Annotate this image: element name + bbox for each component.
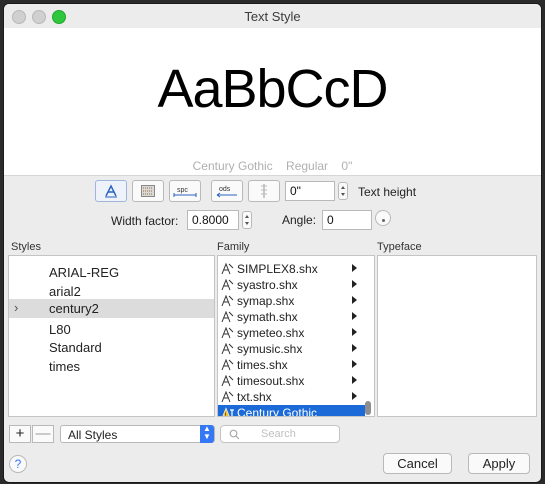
svg-text:spc: spc [177, 187, 188, 194]
help-button[interactable]: ? [9, 455, 27, 473]
text-height-label: Text height [358, 185, 417, 199]
shx-font-icon [221, 278, 234, 291]
vertical-text-button[interactable] [248, 180, 280, 202]
vertical-text-icon [261, 184, 267, 198]
styles-list: ARIAL-REG arial2 › century2 L80 Standard… [8, 255, 215, 417]
family-header: Family [217, 241, 250, 253]
preview-font-name: Century Gothic [192, 159, 273, 173]
family-list: SIMPLEX8.shx syastro.shx symap.shx symat… [217, 255, 375, 417]
select-arrows-icon: ▲ ▼ [200, 425, 214, 443]
angle-dial[interactable] [375, 210, 391, 226]
background-mask-icon [141, 185, 155, 197]
background-mask-button[interactable] [132, 180, 164, 202]
shx-font-icon [221, 310, 234, 323]
family-item[interactable]: timesout.shx [218, 373, 365, 389]
family-item[interactable]: symath.shx [218, 309, 365, 325]
submenu-arrow-icon [352, 344, 357, 352]
width-factor-input[interactable]: 0.8000 [187, 210, 239, 230]
shx-font-icon [221, 262, 234, 275]
preview-caption: Century Gothic Regular 0" [4, 159, 541, 173]
text-height-input[interactable]: 0" [285, 181, 335, 201]
family-scrollbar[interactable] [365, 401, 371, 415]
preview-sample-text: AaBbCcD [157, 59, 388, 119]
submenu-arrow-icon [352, 376, 357, 384]
typeface-header: Typeface [377, 241, 422, 253]
submenu-arrow-icon [352, 296, 357, 304]
title-bar: Text Style [4, 4, 541, 28]
oblique-button[interactable]: ods [211, 180, 243, 202]
spacing-icon: spc [173, 187, 197, 197]
family-item[interactable]: times.shx [218, 357, 365, 373]
text-height-stepper[interactable] [338, 182, 348, 200]
window-title: Text Style [244, 9, 301, 24]
svg-text:ods: ods [219, 186, 231, 193]
cancel-button[interactable]: Cancel [383, 453, 452, 474]
preview-height: 0" [341, 159, 353, 173]
shx-font-icon [221, 326, 234, 339]
shx-font-icon [221, 342, 234, 355]
angle-input[interactable]: 0 [322, 210, 372, 230]
family-item[interactable]: symap.shx [218, 293, 365, 309]
text-style-dialog: Text Style AaBbCcD Century Gothic Regula… [4, 4, 541, 482]
style-preview: AaBbCcD Century Gothic Regular 0" [4, 28, 541, 176]
style-item[interactable]: ARIAL-REG [9, 263, 214, 282]
family-item[interactable]: syastro.shx [218, 277, 365, 293]
family-item[interactable]: symusic.shx [218, 341, 365, 357]
search-icon [229, 429, 240, 440]
submenu-arrow-icon [352, 392, 357, 400]
submenu-arrow-icon [352, 312, 357, 320]
remove-style-button[interactable]: — [32, 425, 54, 443]
annotative-button[interactable] [95, 180, 127, 202]
width-factor-stepper[interactable] [242, 211, 252, 229]
chevron-right-icon: › [14, 300, 19, 315]
angle-label: Angle: [282, 213, 317, 227]
family-item-selected[interactable]: ! Century Gothic [218, 405, 365, 416]
submenu-arrow-icon [352, 264, 357, 272]
style-item[interactable]: times [9, 357, 214, 376]
shx-font-icon [221, 294, 234, 307]
style-item-selected[interactable]: › century2 [9, 299, 214, 318]
submenu-arrow-icon [352, 328, 357, 336]
shx-font-icon [221, 374, 234, 387]
search-field[interactable]: Search [220, 425, 340, 443]
family-item[interactable]: SIMPLEX8.shx [218, 261, 365, 277]
warning-font-icon: ! [222, 407, 234, 416]
annotative-a-icon [105, 184, 117, 198]
preview-font-style: Regular [286, 159, 329, 173]
submenu-arrow-icon [352, 360, 357, 368]
styles-header: Styles [11, 241, 41, 253]
shx-font-icon [221, 358, 234, 371]
style-filter-select[interactable]: All Styles ▲ ▼ [60, 425, 215, 443]
style-item[interactable]: L80 [9, 320, 214, 339]
style-item[interactable]: Standard [9, 338, 214, 357]
typeface-list [377, 255, 537, 417]
oblique-icon: ods [216, 186, 237, 198]
shx-font-icon [221, 390, 234, 403]
add-style-button[interactable]: + [9, 425, 31, 443]
submenu-arrow-icon [352, 280, 357, 288]
family-item[interactable]: symeteo.shx [218, 325, 365, 341]
family-item[interactable]: txt.shx [218, 389, 365, 405]
width-factor-label: Width factor: [111, 214, 179, 228]
spacing-button[interactable]: spc [169, 180, 201, 202]
apply-button[interactable]: Apply [468, 453, 530, 474]
